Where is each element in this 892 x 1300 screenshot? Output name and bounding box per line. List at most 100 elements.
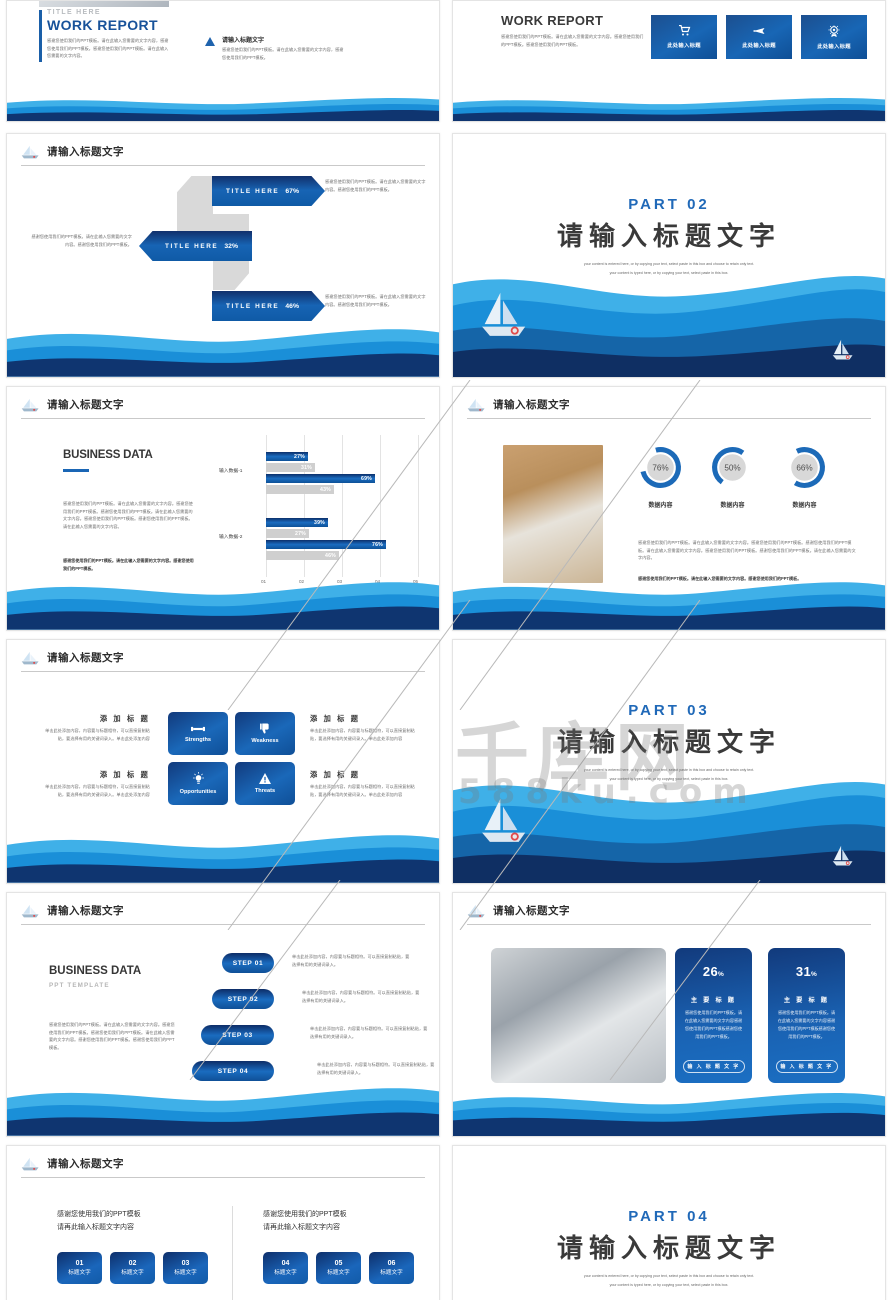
number-chip[interactable]: 02 标题文字 (110, 1251, 155, 1284)
step-note-2: 单击此处添加内容，内容要与标题相符。可以直接复制粘贴，要选择有用的关键词录入。 (302, 990, 420, 1003)
ppt-template-preview: TITLE HERE WORK REPORT 感谢您使用我们的PPT模板。请在此… (0, 0, 892, 1300)
slide-business-data-chart[interactable]: 请输入标题文字 BUSINESS DATA 感谢您使用我们的PPT模板。请在此输… (6, 386, 440, 631)
thumbnail-grid: 请输入标题文字 TITLE HERE 67% TITLE HERE 32% TI… (0, 129, 892, 1300)
icon-card-1[interactable]: 此处输入标题 (651, 15, 717, 59)
slide-part-04-cover[interactable]: PART 04 请输入标题文字 your content is entered … (452, 1145, 886, 1300)
icon-card-2[interactable]: 此处输入标题 (726, 15, 792, 59)
slide1-alert-block: 请输入标题文字 感谢您使用我们的PPT模板。请在此输入您需要的文字内容，感谢您使… (205, 35, 345, 61)
thumbnail-cell-7[interactable]: 请输入标题文字 Strengths Weakness Opportunities… (0, 635, 446, 888)
chip-caption: 标题文字 (174, 1269, 197, 1276)
chip-number: 02 (128, 1259, 137, 1267)
slide-thanks-chips[interactable]: 请输入标题文字 感谢您使用我们的PPT模板 请再此输入标题文字内容 01 标题文… (6, 1145, 440, 1300)
wave-decoration-large (453, 769, 885, 883)
stat-card-2-body: 感谢您使用我们的PPT模板。请在此输入您需要的文字内容感谢您使用我们的PPT模板… (777, 1010, 836, 1039)
thumbnail-cell-6[interactable]: 请输入标题文字 76% 数据内容 50% 数据内容 66% 数据内容 感谢您使用… (446, 382, 892, 635)
bar-label: 43% (320, 486, 331, 493)
slide-work-report-icons[interactable]: WORK REPORT 感谢您使用我们的PPT模板。请在此输入您需要的文字内容。… (452, 0, 886, 122)
step-button-2[interactable]: STEP 02 (212, 989, 274, 1009)
slide-part-02-cover[interactable]: PART 02 请输入标题文字 your content is entered … (452, 133, 886, 378)
swot-text-3: 添 加 标 题 单击此处添加内容，内容要与标题相符，可以直接复制粘贴，要选择有用… (310, 714, 417, 742)
thumbnail-cell-10[interactable]: 请输入标题文字 26% 主 要 标 题 感谢您使用我们的PPT模板。请在此输入您… (446, 888, 892, 1141)
thanks-1-line2: 请再此输入标题文字内容 (57, 1224, 134, 1232)
stat-card-2-button[interactable]: 输 入 标 题 文 字 (775, 1060, 838, 1073)
slide1-alert-body: 感谢您使用我们的PPT模板。请在此输入您需要的文字内容，感谢您使用我们的PPT模… (222, 47, 344, 60)
donut-chart-icon: 66% (784, 447, 825, 488)
thumbnail-cell-2[interactable]: WORK REPORT 感谢您使用我们的PPT模板。请在此输入您需要的文字内容。… (446, 0, 892, 126)
gear-badge-icon (828, 25, 840, 37)
sailboat-icon (467, 904, 485, 918)
arrow-item-2[interactable]: TITLE HERE 32% (139, 231, 252, 261)
sailboat-icon (467, 398, 485, 412)
slide9-title: 请输入标题文字 (47, 905, 124, 917)
stat-card-2-number: 31% (795, 964, 818, 979)
sailboat-icon (21, 398, 39, 412)
stat-card-1-button[interactable]: 输 入 标 题 文 字 (682, 1060, 745, 1073)
slide1-title: WORK REPORT (47, 17, 158, 33)
bar-label: 46% (325, 552, 336, 559)
icon-card-3[interactable]: 此处输入标题 (801, 15, 867, 59)
slide8-title: 请输入标题文字 (556, 727, 781, 757)
slide11-title: 请输入标题文字 (47, 1158, 124, 1170)
wave-decoration (453, 564, 885, 630)
icon-card-3-label: 此处输入标题 (817, 43, 851, 50)
thumbnail-cell-4[interactable]: PART 02 请输入标题文字 your content is entered … (446, 129, 892, 382)
icon-card-1-label: 此处输入标题 (667, 43, 701, 49)
sailboat-icon (21, 904, 39, 918)
swot-box-strengths[interactable]: Strengths (168, 712, 228, 755)
wave-decoration (7, 564, 439, 630)
sailboat-icon (21, 1157, 39, 1171)
thumbnail-cell-3[interactable]: 请输入标题文字 TITLE HERE 67% TITLE HERE 32% TI… (0, 129, 446, 382)
arrow-2-note: 感谢您使用我们的PPT模板。请在此输入您需要的文字内容。感谢您使用我们的PPT模… (31, 234, 132, 247)
slide1-accent-bar (39, 10, 42, 62)
swot-text-4-title: 添 加 标 题 (310, 770, 361, 779)
slide-part-03-cover[interactable]: PART 03 请输入标题文字 your content is entered … (452, 639, 886, 884)
slide1-body: 感谢您使用我们的PPT模板。请在此输入您需要的文字内容，感谢您使用我们的PPT模… (47, 38, 169, 59)
donut-gauge-1: 76% 数据内容 (638, 445, 683, 509)
slide-photo-stats[interactable]: 请输入标题文字 26% 主 要 标 题 感谢您使用我们的PPT模板。请在此输入您… (452, 892, 886, 1137)
thumbnail-cell-1[interactable]: TITLE HERE WORK REPORT 感谢您使用我们的PPT模板。请在此… (0, 0, 446, 126)
stat-card-2-heading: 主 要 标 题 (783, 997, 830, 1004)
number-chip[interactable]: 05 标题文字 (316, 1251, 361, 1284)
arrow-item-1[interactable]: TITLE HERE 67% (212, 176, 325, 206)
number-chip[interactable]: 06 标题文字 (369, 1251, 414, 1284)
stat-card-2[interactable]: 31% 主 要 标 题 感谢您使用我们的PPT模板。请在此输入您需要的文字内容感… (768, 948, 845, 1083)
swot-box-threats[interactable]: Threats (235, 762, 295, 805)
slide-work-report-text[interactable]: TITLE HERE WORK REPORT 感谢您使用我们的PPT模板。请在此… (6, 0, 440, 122)
thumbnail-cell-11[interactable]: 请输入标题文字 感谢您使用我们的PPT模板 请再此输入标题文字内容 01 标题文… (0, 1141, 446, 1300)
arrow-1-note: 感谢您使用我们的PPT模板。请在此输入您需要的文字内容。感谢您使用我们的PPT模… (325, 179, 426, 192)
thumbnail-cell-8[interactable]: PART 03 请输入标题文字 your content is entered … (446, 635, 892, 888)
slide1-right-body: 感谢您使用我们的PPT模板。请在此输入您需要的文字内容，感谢您使用我们的PPT模… (205, 1, 330, 2)
slide-swot[interactable]: 请输入标题文字 Strengths Weakness Opportunities… (6, 639, 440, 884)
step-button-3[interactable]: STEP 03 (201, 1025, 274, 1045)
arrow-3-label: TITLE HERE (226, 302, 280, 310)
step-button-1[interactable]: STEP 01 (222, 953, 274, 973)
stat-card-1[interactable]: 26% 主 要 标 题 感谢您使用我们的PPT模板。请在此输入您需要的文字内容感… (675, 948, 752, 1083)
slide1-photo (39, 1, 169, 7)
bar-label: 27% (295, 530, 306, 537)
slide6-photo (503, 445, 603, 583)
slide12-desc-2: your content is typed here, or by copyin… (609, 1283, 729, 1287)
donut-gauge-3: 66% 数据内容 (782, 445, 827, 509)
slide-photo-donuts[interactable]: 请输入标题文字 76% 数据内容 50% 数据内容 66% 数据内容 感谢您使用… (452, 386, 886, 631)
swot-text-2-body: 单击此处添加内容，内容要与标题相符，可以直接复制粘贴，要选择有用的关键词录入。单… (45, 784, 150, 797)
arrow-2-label: TITLE HERE (165, 242, 219, 250)
swot-box-opportunities[interactable]: Opportunities (168, 762, 228, 805)
swot-label-2: Weakness (251, 738, 279, 744)
slide-arrow-diagram[interactable]: 请输入标题文字 TITLE HERE 67% TITLE HERE 32% TI… (6, 133, 440, 378)
stat-card-1-body: 感谢您使用我们的PPT模板。请在此输入您需要的文字内容感谢您使用我们的PPT模板… (684, 1010, 743, 1039)
number-chip[interactable]: 03 标题文字 (163, 1251, 208, 1284)
chip-number: 03 (181, 1259, 190, 1267)
wave-decoration (453, 1083, 885, 1136)
slide5-para-1: 感谢您使用我们的PPT模板。请在此输入您需要的文字内容。感谢您使用我们的PPT模… (63, 501, 193, 529)
slide10-title: 请输入标题文字 (493, 905, 570, 917)
thumbnail-cell-9[interactable]: 请输入标题文字 BUSINESS DATA PPT TEMPLATE 感谢您使用… (0, 888, 446, 1141)
thumbnail-cell-5[interactable]: 请输入标题文字 BUSINESS DATA 感谢您使用我们的PPT模板。请在此输… (0, 382, 446, 635)
number-chip[interactable]: 04 标题文字 (263, 1251, 308, 1284)
swot-box-weakness[interactable]: Weakness (235, 712, 295, 755)
slide-steps[interactable]: 请输入标题文字 BUSINESS DATA PPT TEMPLATE 感谢您使用… (6, 892, 440, 1137)
swot-text-1-body: 单击此处添加内容，内容要与标题相符，可以直接复制粘贴，要选择有用的关键词录入。单… (45, 728, 150, 741)
thumbnail-cell-12[interactable]: PART 04 请输入标题文字 your content is entered … (446, 1141, 892, 1300)
wave-decoration (453, 89, 885, 121)
stat-card-1-number: 26% (702, 964, 725, 979)
number-chip[interactable]: 01 标题文字 (57, 1251, 102, 1284)
